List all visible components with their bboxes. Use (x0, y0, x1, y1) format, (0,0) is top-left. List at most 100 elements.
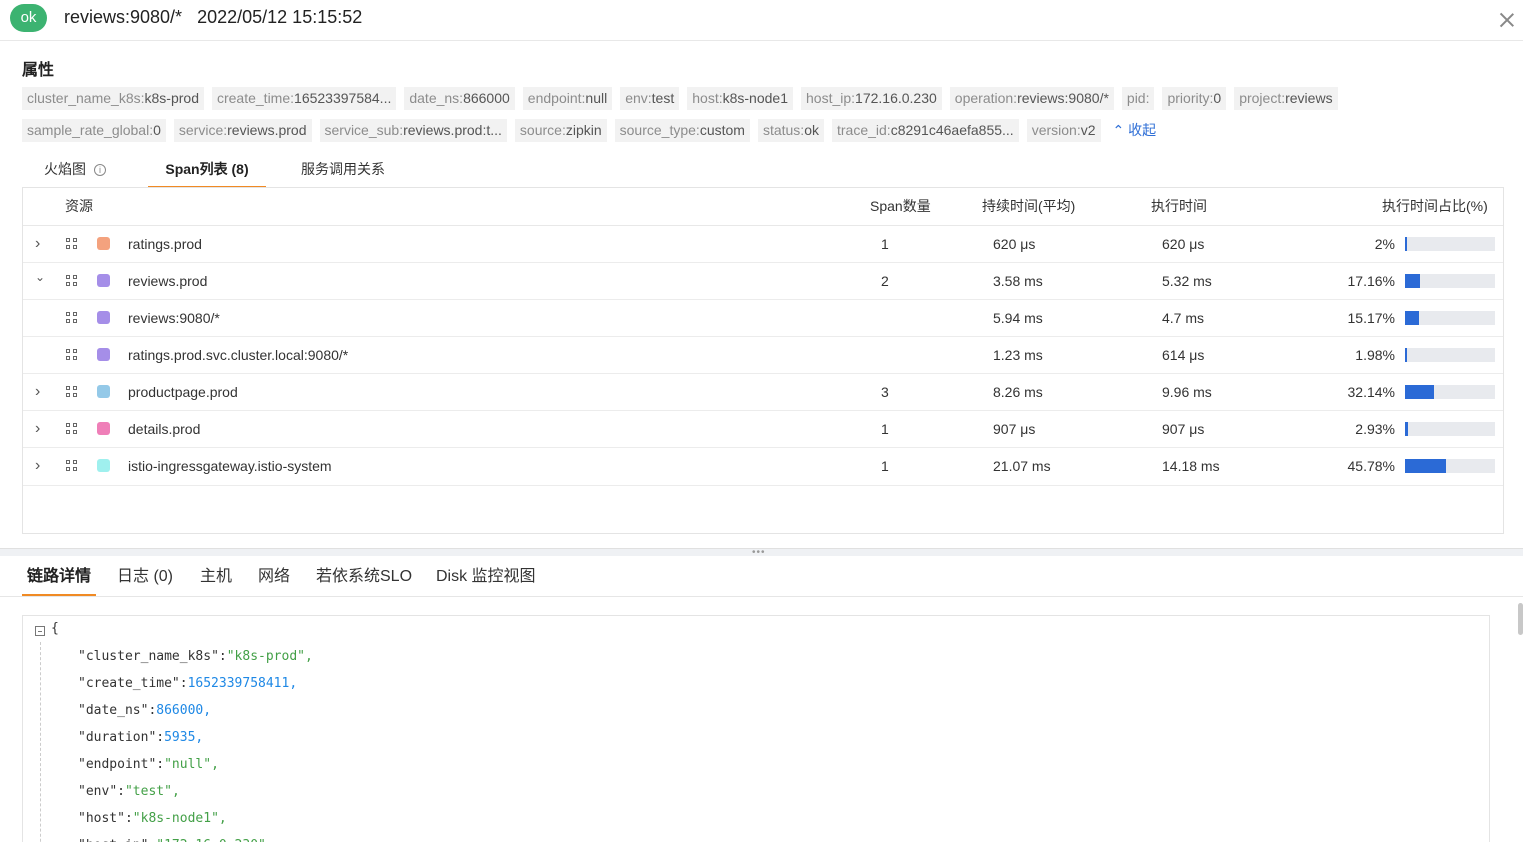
table-header: 资源 Span数量 持续时间(平均) 执行时间 执行时间占比(%) (23, 188, 1503, 226)
resource-name: details.prod (128, 421, 201, 437)
info-icon[interactable]: i (94, 164, 106, 176)
tab-disk-monitor[interactable]: Disk 监控视图 (431, 558, 541, 597)
json-value: 5935 (164, 730, 196, 745)
table-row[interactable]: ⌄ reviews.prod 2 3.58 ms 5.32 ms 17.16% (23, 263, 1503, 300)
trace-operation: reviews:9080/* (64, 7, 183, 27)
json-value: "k8s-prod" (226, 649, 305, 664)
service-color-swatch (97, 237, 110, 250)
attribute-value: 16523397584... (294, 90, 392, 106)
attribute-tag[interactable]: sample_rate_global:0 (22, 119, 166, 142)
attribute-key: endpoint: (527, 90, 586, 106)
attribute-tags: cluster_name_k8s:k8s-prod create_time:165… (22, 87, 1422, 151)
tab-service-relations[interactable]: 服务调用关系 (300, 152, 386, 188)
grid-icon (66, 349, 78, 361)
attribute-key: status: (762, 122, 805, 138)
attribute-value: 866000 (463, 90, 510, 106)
json-key: endpoint (85, 757, 149, 772)
attribute-tag[interactable]: host:k8s-node1 (687, 87, 793, 110)
scrollbar-thumb[interactable] (1518, 603, 1523, 635)
chevron-right-icon[interactable]: › (35, 226, 45, 262)
attribute-key: operation: (954, 90, 1018, 106)
grid-icon (66, 275, 78, 287)
json-key: date_ns (85, 703, 141, 718)
attribute-key: host_ip: (806, 90, 856, 106)
json-viewer[interactable]: { "cluster_name_k8s":"k8s-prod", "create_… (22, 615, 1490, 842)
column-avg-duration: 持续时间(平均) (982, 198, 1076, 214)
span-count: 1 (881, 421, 889, 437)
attribute-tag[interactable]: priority:0 (1162, 87, 1227, 110)
attribute-tag[interactable]: env:test (620, 87, 680, 110)
attribute-value: v2 (1080, 122, 1096, 138)
attribute-tag[interactable]: service:reviews.prod (173, 119, 312, 142)
attribute-tag[interactable]: cluster_name_k8s:k8s-prod (22, 87, 204, 110)
json-key: host_ip (86, 838, 141, 842)
attribute-tag[interactable]: source_type:custom (614, 119, 750, 142)
attribute-tag[interactable]: trace_id:c8291c46aefa855... (831, 119, 1019, 142)
attribute-tag[interactable]: endpoint:null (522, 87, 613, 110)
span-count: 3 (881, 384, 889, 400)
collapse-label: 收起 (1128, 122, 1157, 138)
attribute-tag[interactable]: status:ok (757, 119, 824, 142)
tab-trace-detail[interactable]: 链路详情 (22, 558, 97, 597)
panel-resize-handle[interactable]: ••• (0, 548, 1523, 558)
attribute-tag[interactable]: create_time:16523397584... (211, 87, 397, 110)
attribute-tag[interactable]: pid: (1121, 87, 1155, 110)
attribute-tag[interactable]: project:reviews (1234, 87, 1338, 110)
percent-bar-track (1405, 311, 1495, 325)
table-row[interactable]: › details.prod 1 907 μs 907 μs 2.93% (23, 411, 1503, 448)
attribute-tag[interactable]: host_ip:172.16.0.230 (801, 87, 942, 110)
attribute-value: reviews (1285, 90, 1333, 106)
tab-label: 服务调用关系 (301, 161, 385, 177)
tab-network[interactable]: 网络 (253, 558, 295, 597)
attribute-key: host: (692, 90, 723, 106)
percent-bar-track (1405, 274, 1495, 288)
collapse-attributes-link[interactable]: ⌃ 收起 (1109, 119, 1161, 143)
grid-icon (66, 386, 78, 398)
attribute-tag[interactable]: operation:reviews:9080/* (949, 87, 1114, 110)
exec-time: 5.32 ms (1162, 273, 1212, 289)
json-line: "date_ns":866000, (78, 703, 212, 718)
span-count: 1 (881, 236, 889, 252)
grid-icon (66, 312, 78, 324)
chevron-right-icon[interactable]: › (35, 411, 45, 447)
tab-host[interactable]: 主机 (195, 558, 237, 597)
attribute-tag[interactable]: source:zipkin (514, 119, 607, 142)
attributes-heading: 属性 (22, 62, 55, 79)
json-value: 866000 (156, 703, 204, 718)
chevron-up-icon: ⌃ (1112, 122, 1129, 138)
chevron-right-icon[interactable]: › (35, 448, 45, 484)
tab-flame-graph[interactable]: 火焰图 i (40, 152, 110, 188)
table-row[interactable]: › productpage.prod 3 8.26 ms 9.96 ms 32.14% (23, 374, 1503, 411)
percent-bar-track (1405, 237, 1495, 251)
percent-bar-track (1405, 385, 1495, 399)
grid-icon (66, 238, 78, 250)
attribute-value: test (651, 90, 675, 106)
span-table: 资源 Span数量 持续时间(平均) 执行时间 执行时间占比(%) › ratin… (22, 187, 1504, 534)
chevron-right-icon[interactable]: › (35, 374, 45, 410)
attribute-value: reviews:9080/* (1017, 90, 1109, 106)
collapse-toggle-icon[interactable] (35, 626, 45, 636)
attribute-tag[interactable]: service_sub:reviews.prod:t... (319, 119, 507, 142)
exec-time: 9.96 ms (1162, 384, 1212, 400)
attribute-tag[interactable]: version:v2 (1026, 119, 1101, 142)
json-line: "host_ip":"172.16.0.230", (78, 836, 274, 842)
tab-slo[interactable]: 若依系统SLO (311, 558, 417, 597)
tab-span-list[interactable]: Span列表 (8) (148, 152, 266, 188)
close-icon[interactable] (1497, 10, 1517, 30)
drag-handle-icon[interactable]: ••• (752, 548, 766, 558)
table-row[interactable]: ratings.prod.svc.cluster.local:9080/* 1.2… (23, 337, 1503, 374)
attribute-tag[interactable]: date_ns:866000 (404, 87, 515, 110)
span-count: 1 (881, 458, 889, 474)
table-row[interactable]: › ratings.prod 1 620 μs 620 μs 2% (23, 226, 1503, 263)
trace-title: reviews:9080/* 2022/05/12 15:15:52 (64, 7, 362, 28)
json-key: create_time (85, 676, 172, 691)
exec-time: 4.7 ms (1162, 310, 1205, 326)
attribute-value: reviews.prod (227, 122, 307, 138)
resource-name: reviews:9080/* (128, 310, 220, 326)
status-badge: ok (10, 4, 47, 32)
chevron-down-icon[interactable]: ⌄ (35, 263, 45, 291)
exec-percent: 17.16% (1347, 273, 1395, 289)
tab-logs[interactable]: 日志 (0) (112, 558, 178, 597)
table-row[interactable]: reviews:9080/* 5.94 ms 4.7 ms 15.17% (23, 300, 1503, 337)
table-row[interactable]: › istio-ingressgateway.istio-system 1 21.07… (23, 448, 1503, 486)
